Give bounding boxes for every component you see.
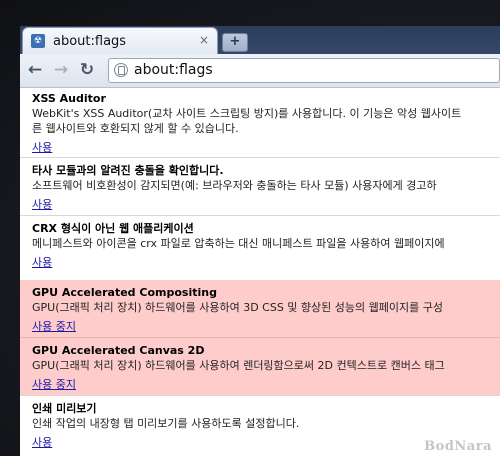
divider bbox=[20, 157, 500, 158]
experiment-desc: 른 웹사이트와 호환되지 않게 할 수 있습니다. bbox=[32, 122, 239, 135]
experiment-non-crx-apps: CRX 형식이 아닌 웹 애플리케이션 메니페스트와 아이콘을 crx 파일로 … bbox=[20, 222, 500, 270]
experiment-title: GPU Accelerated Compositing bbox=[32, 286, 217, 299]
experiment-desc: GPU(그래픽 처리 장치) 하드웨어를 사용하여 렌더링함으로써 2D 컨텍스… bbox=[32, 359, 445, 372]
experiment-title: CRX 형식이 아닌 웹 애플리케이션 bbox=[32, 222, 194, 235]
forward-arrow-icon[interactable]: → bbox=[50, 59, 72, 81]
enable-link[interactable]: 사용 bbox=[32, 140, 52, 155]
enable-link[interactable]: 사용 bbox=[32, 255, 52, 270]
back-arrow-icon[interactable]: ← bbox=[24, 59, 46, 81]
experiment-desc: WebKit's XSS Auditor(교차 사이트 스크립팅 방지)를 사용… bbox=[32, 107, 462, 120]
url-text[interactable]: about:flags bbox=[134, 62, 213, 78]
experiment-title: XSS Auditor bbox=[32, 92, 106, 105]
enable-link[interactable]: 사용 bbox=[32, 435, 52, 450]
experiment-desc: 메니페스트와 아이콘을 crx 파일로 압축하는 대신 매니페스트 파일을 사용… bbox=[32, 237, 445, 250]
tab-close-icon[interactable]: × bbox=[199, 33, 209, 47]
address-bar[interactable]: about:flags bbox=[108, 58, 500, 83]
divider bbox=[20, 395, 500, 396]
experiment-desc: GPU(그래픽 처리 장치) 하드웨어를 사용하여 3D CSS 및 향상된 성… bbox=[32, 301, 443, 314]
flags-page: XSS Auditor WebKit's XSS Auditor(교차 사이트 … bbox=[20, 88, 500, 456]
page-icon bbox=[114, 63, 128, 77]
experiment-title: GPU Accelerated Canvas 2D bbox=[32, 344, 205, 357]
experiment-desc: 인쇄 작업의 내장형 탭 미리보기를 사용하도록 설정합니다. bbox=[32, 417, 300, 430]
reload-icon[interactable]: ↻ bbox=[76, 59, 98, 81]
new-tab-button[interactable]: + bbox=[222, 33, 248, 52]
disable-link[interactable]: 사용 중지 bbox=[32, 377, 76, 392]
experiment-gpu-compositing: GPU Accelerated Compositing GPU(그래픽 처리 장… bbox=[20, 280, 500, 337]
experiment-gpu-canvas-2d: GPU Accelerated Canvas 2D GPU(그래픽 처리 장치)… bbox=[20, 338, 500, 395]
watermark-logo: BodNara bbox=[424, 439, 492, 454]
experiment-xss-auditor: XSS Auditor WebKit's XSS Auditor(교차 사이트 … bbox=[20, 92, 500, 155]
flags-favicon-icon: ☢ bbox=[31, 34, 45, 48]
toolbar: ← → ↻ about:flags bbox=[20, 54, 500, 88]
disable-link[interactable]: 사용 중지 bbox=[32, 319, 76, 334]
tab-about-flags[interactable]: ☢ about:flags × bbox=[22, 27, 218, 55]
experiment-desc: 소프트웨어 비호환성이 감지되면(예: 브라우저와 충돌하는 타사 모듈) 사용… bbox=[32, 179, 437, 192]
experiment-title: 타사 모듈과의 알려진 충돌을 확인합니다. bbox=[32, 164, 224, 177]
experiment-third-party-conflicts: 타사 모듈과의 알려진 충돌을 확인합니다. 소프트웨어 비호환성이 감지되면(… bbox=[20, 164, 500, 212]
experiment-title: 인쇄 미리보기 bbox=[32, 402, 97, 415]
enable-link[interactable]: 사용 bbox=[32, 197, 52, 212]
divider bbox=[20, 215, 500, 216]
tab-title: about:flags bbox=[53, 34, 127, 49]
